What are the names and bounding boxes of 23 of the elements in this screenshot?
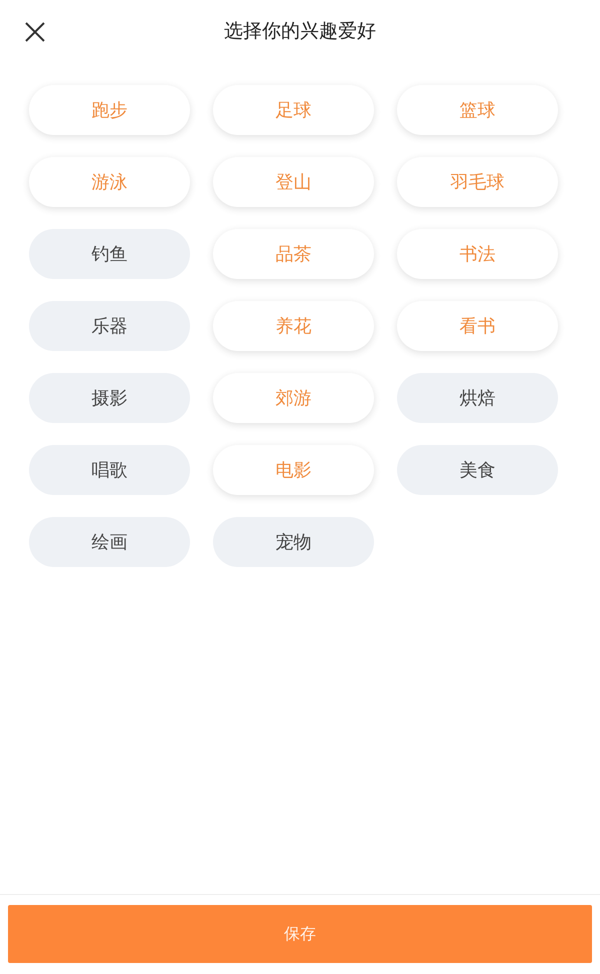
- interest-chip[interactable]: 郊游: [213, 373, 374, 423]
- interest-chip[interactable]: 品茶: [213, 229, 374, 279]
- interest-chip[interactable]: 烘焙: [397, 373, 558, 423]
- interest-chip[interactable]: 美食: [397, 445, 558, 495]
- save-button[interactable]: 保存: [8, 905, 592, 963]
- interest-chip[interactable]: 宠物: [213, 517, 374, 567]
- interest-chip[interactable]: 电影: [213, 445, 374, 495]
- close-icon[interactable]: [24, 21, 46, 43]
- interest-chip[interactable]: 乐器: [29, 301, 190, 351]
- interest-chip[interactable]: 摄影: [29, 373, 190, 423]
- interest-chip[interactable]: 篮球: [397, 85, 558, 135]
- interest-chip[interactable]: 看书: [397, 301, 558, 351]
- interest-chip[interactable]: 养花: [213, 301, 374, 351]
- interest-chip[interactable]: 游泳: [29, 157, 190, 207]
- interest-chip[interactable]: 钓鱼: [29, 229, 190, 279]
- interest-chip[interactable]: 绘画: [29, 517, 190, 567]
- interest-chip[interactable]: 书法: [397, 229, 558, 279]
- page-title: 选择你的兴趣爱好: [224, 18, 376, 44]
- interest-chip[interactable]: 羽毛球: [397, 157, 558, 207]
- interest-chip[interactable]: 登山: [213, 157, 374, 207]
- interest-chip[interactable]: 足球: [213, 85, 374, 135]
- interest-chip[interactable]: 跑步: [29, 85, 190, 135]
- interest-chip[interactable]: 唱歌: [29, 445, 190, 495]
